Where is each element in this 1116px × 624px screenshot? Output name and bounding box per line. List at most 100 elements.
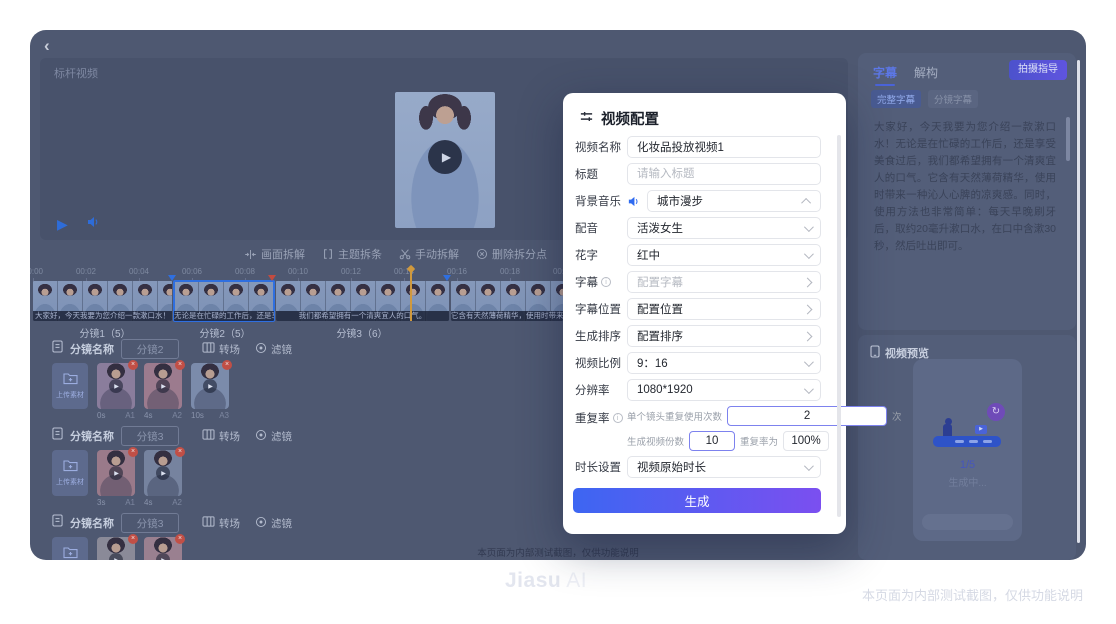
- toolbar-topic-split-button[interactable]: 主题拆条: [322, 246, 382, 262]
- progress-count: 1/5: [913, 459, 1022, 471]
- clip-item: ▶×4sA2: [144, 450, 182, 507]
- play-button[interactable]: ▶: [57, 216, 68, 233]
- shot-name-input[interactable]: [121, 513, 179, 533]
- voice-label: 配音: [575, 220, 627, 236]
- segment-label: 分镜2（5）: [199, 325, 250, 340]
- copies-label: 生成视频份数: [627, 434, 684, 448]
- segment-end-handle[interactable]: [268, 275, 276, 281]
- remove-clip-icon[interactable]: ×: [128, 534, 138, 544]
- modal-scrollbar[interactable]: [837, 135, 841, 517]
- remove-clip-icon[interactable]: ×: [222, 360, 232, 370]
- repeat-count-input[interactable]: [727, 406, 887, 426]
- voice-select[interactable]: 活泼女生: [627, 217, 821, 239]
- upload-material-tile[interactable]: 上传素材: [52, 363, 88, 409]
- app-window: ‹ 标杆视频 ▶ ▶ 画面拆解主题拆条手动拆解删除拆分点 00:0000:020…: [30, 30, 1086, 560]
- fancy-text-select[interactable]: 红中: [627, 244, 821, 266]
- transition-label: 转场: [219, 429, 240, 444]
- toolbar-delete-splitpoint-button[interactable]: 删除拆分点: [476, 246, 547, 262]
- ratio-select[interactable]: 9：16: [627, 352, 821, 374]
- remove-clip-icon[interactable]: ×: [128, 447, 138, 457]
- generate-button[interactable]: 生成: [573, 488, 821, 513]
- clip-thumbnail[interactable]: ▶×: [144, 450, 182, 496]
- segment-label: 分镜1（5）: [79, 325, 130, 340]
- toolbar-frame-split-button[interactable]: 画面拆解: [244, 246, 305, 262]
- subtitle-config-link[interactable]: 配置字幕: [627, 271, 821, 293]
- clip-thumbnail[interactable]: ▶×: [97, 537, 135, 560]
- filter-button[interactable]: 滤镜: [255, 429, 292, 444]
- clip-play-icon: ▶: [156, 466, 170, 480]
- tab-subtitle[interactable]: 字幕: [873, 64, 897, 81]
- transition-button[interactable]: 转场: [202, 342, 240, 357]
- folder-plus-icon: [63, 372, 78, 387]
- remove-clip-icon[interactable]: ×: [175, 447, 185, 457]
- subtitle-label: 字幕: [575, 274, 598, 290]
- timeline-filmstrip: 大家好，今天我要为您介绍一款漱口水！无论是在忙碌的工作后，还是享受美食过后，我们…: [33, 281, 563, 321]
- repeat-rate-label: 重复率: [575, 410, 610, 426]
- preview-ghost-button: [922, 514, 1013, 530]
- timeline-tick: 00:04: [129, 267, 149, 276]
- back-icon[interactable]: ‹: [44, 36, 50, 56]
- toolbar-scissors-button[interactable]: 手动拆解: [399, 246, 459, 262]
- gen-order-link[interactable]: 配置排序: [627, 325, 821, 347]
- clip-item: ▶×3sA1: [97, 450, 135, 507]
- timeline-segment[interactable]: 我们都希望拥有一个清爽宜人的口气。: [276, 281, 449, 321]
- clip-thumbnail[interactable]: ▶×: [191, 363, 229, 409]
- filter-button[interactable]: 滤镜: [255, 342, 292, 357]
- window-scrollbar[interactable]: [1077, 60, 1080, 543]
- timeline-ruler[interactable]: 00:0000:0200:0400:0600:0800:1000:1200:14…: [33, 267, 568, 280]
- filter-button[interactable]: 滤镜: [255, 516, 292, 531]
- video-name-input[interactable]: [627, 136, 821, 158]
- duration-select[interactable]: 视频原始时长: [627, 456, 821, 478]
- clip-play-icon: ▶: [109, 466, 123, 480]
- delete-splitpoint-icon: [476, 248, 488, 260]
- clip-play-icon: ▶: [156, 379, 170, 393]
- shooting-guide-button[interactable]: 拍摄指导: [1009, 60, 1067, 80]
- clip-tag: A1: [125, 498, 135, 507]
- tab-deconstruct[interactable]: 解构: [914, 64, 938, 81]
- subtitle-pos-link[interactable]: 配置位置: [627, 298, 821, 320]
- volume-icon[interactable]: [86, 215, 100, 234]
- remove-clip-icon[interactable]: ×: [175, 360, 185, 370]
- shot-name-input[interactable]: [121, 339, 179, 359]
- remove-clip-icon[interactable]: ×: [128, 360, 138, 370]
- clip-thumbnail[interactable]: ▶×: [97, 363, 135, 409]
- topic-split-icon: [322, 248, 334, 260]
- segment-start-handle[interactable]: [168, 275, 176, 281]
- clip-duration: 3s: [97, 498, 105, 507]
- toolbar-button-label: 删除拆分点: [492, 246, 547, 262]
- remove-clip-icon[interactable]: ×: [175, 534, 185, 544]
- playhead-marker[interactable]: [410, 271, 412, 321]
- upload-material-tile[interactable]: 上传素材: [52, 450, 88, 496]
- shot-name-input[interactable]: [121, 426, 179, 446]
- clip-duration: 4s: [144, 411, 152, 420]
- bgm-label: 背景音乐: [575, 193, 627, 209]
- clip-play-icon: ▶: [156, 553, 170, 560]
- generating-illustration: ↻ ▶: [933, 405, 1003, 453]
- chevron-right-icon: [803, 277, 813, 287]
- upload-material-tile[interactable]: 上传素材: [52, 537, 88, 560]
- rate-mid-label: 重复率为: [740, 434, 778, 448]
- chip-full-subtitle[interactable]: 完整字幕: [871, 90, 921, 108]
- split-point-marker[interactable]: [443, 275, 451, 281]
- clip-item: ▶×10sA3: [191, 363, 229, 420]
- speaker-icon[interactable]: [627, 195, 641, 208]
- timeline-segment[interactable]: 大家好，今天我要为您介绍一款漱口水！: [33, 281, 172, 321]
- transition-button[interactable]: 转场: [202, 516, 240, 531]
- resolution-select[interactable]: 1080*1920: [627, 379, 821, 401]
- chevron-down-icon: [804, 249, 814, 259]
- timeline-segment[interactable]: 它含有天然薄荷精华，使用时带来: [451, 281, 563, 321]
- clip-thumbnail[interactable]: ▶×: [144, 363, 182, 409]
- clip-thumbnail[interactable]: ▶×: [97, 450, 135, 496]
- play-icon[interactable]: ▶: [428, 140, 462, 174]
- copies-input[interactable]: [689, 431, 735, 451]
- chip-shot-subtitle[interactable]: 分镜字幕: [928, 90, 978, 108]
- title-input[interactable]: [627, 163, 821, 185]
- subtitle-scrollbar[interactable]: [1066, 117, 1070, 161]
- clip-thumbnail[interactable]: ▶×: [144, 537, 182, 560]
- timeline-segment[interactable]: 无论是在忙碌的工作后，还是享受美食过后，: [174, 281, 274, 321]
- bgm-select[interactable]: 城市漫步: [647, 190, 821, 212]
- page-note: 本页面为内部测试截图，仅供功能说明: [862, 585, 1083, 604]
- transition-button[interactable]: 转场: [202, 429, 240, 444]
- chevron-up-icon: [801, 197, 811, 207]
- video-preview-frame[interactable]: ▶: [395, 92, 495, 228]
